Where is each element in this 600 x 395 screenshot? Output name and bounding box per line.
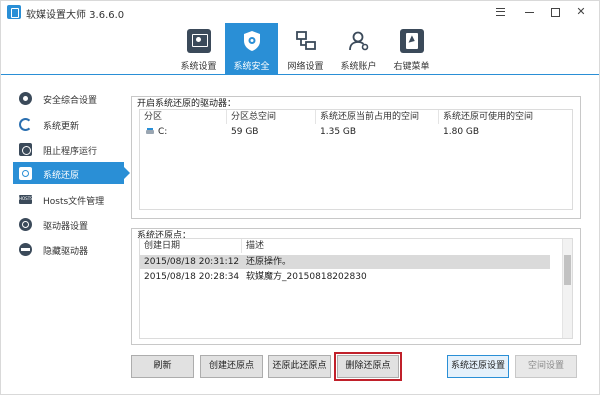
drives-group-label: 开启系统还原的驱动器： (137, 99, 237, 109)
main-menu-button[interactable] (490, 4, 510, 20)
cell-used-space: 1.35 GB (320, 127, 357, 137)
sidebar-item-label: 系统更新 (43, 122, 80, 132)
table-row[interactable]: 2015/08/18 20:31:12 还原操作。 (140, 255, 550, 269)
cell-available-space: 1.80 GB (443, 127, 480, 137)
restore-point-button[interactable]: 还原此还原点 (268, 355, 331, 378)
app-window: 软媒设置大师 3.6.6.0 ✕ 系统设置 系统安全 网络设置 系统账户 右键菜… (0, 0, 600, 395)
table-row[interactable]: C: 59 GB 1.35 GB 1.80 GB (140, 125, 572, 139)
drive-settings-icon (19, 218, 32, 231)
hard-drive-icon (146, 128, 154, 134)
system-restore-icon (19, 167, 32, 180)
column-header-description[interactable]: 描述 (242, 239, 562, 253)
tab-label: 网络设置 (287, 62, 324, 72)
minimize-button[interactable] (519, 4, 539, 20)
tab-context-menu[interactable]: 右键菜单 (385, 23, 438, 75)
block-program-icon (19, 143, 32, 156)
delete-restore-point-button[interactable]: 删除还原点 (334, 352, 402, 381)
cell-created-date: 2015/08/18 20:31:12 (144, 257, 240, 267)
cell-partition: C: (158, 127, 168, 137)
cell-created-date: 2015/08/18 20:28:34 (144, 272, 240, 282)
title-bar: 软媒设置大师 3.6.6.0 ✕ (1, 1, 599, 23)
tab-label: 右键菜单 (393, 62, 430, 72)
security-gear-icon (19, 92, 32, 105)
tab-network-settings[interactable]: 网络设置 (279, 23, 332, 75)
sidebar-item-security-settings[interactable]: 安全综合设置 (13, 87, 124, 109)
sidebar-item-system-update[interactable]: 系统更新 (13, 113, 124, 135)
tab-system-account[interactable]: 系统账户 (332, 23, 385, 75)
refresh-icon (19, 118, 32, 131)
window-title: 软媒设置大师 3.6.6.0 (26, 10, 125, 21)
space-settings-button[interactable]: 空间设置 (515, 355, 577, 378)
sidebar-item-system-restore[interactable]: 系统还原 (13, 162, 130, 184)
hosts-file-icon (19, 195, 33, 204)
tab-system-settings[interactable]: 系统设置 (172, 23, 225, 75)
network-icon (294, 29, 318, 53)
sidebar-item-label: 驱动器设置 (43, 222, 89, 232)
context-menu-icon (400, 29, 424, 53)
column-header-available-space[interactable]: 系统还原可使用的空间 (439, 110, 573, 124)
sidebar-item-label: 阻止程序运行 (43, 147, 98, 157)
restore-points-group: 系统还原点： 创建日期 描述 2015/08/18 20:31:12 还原操作。… (131, 228, 581, 345)
system-settings-icon (187, 29, 211, 53)
cell-description: 还原操作。 (246, 257, 292, 267)
table-row[interactable]: 2015/08/18 20:28:34 软媒魔方_20150818202830 (140, 270, 550, 284)
column-header-partition[interactable]: 分区 (140, 110, 227, 124)
cell-description: 软媒魔方_20150818202830 (246, 272, 367, 282)
sidebar-item-hosts-file[interactable]: Hosts文件管理 (13, 188, 124, 210)
tab-label: 系统安全 (233, 62, 270, 72)
maximize-button[interactable] (545, 4, 565, 20)
column-header-created-date[interactable]: 创建日期 (140, 239, 242, 253)
tab-label: 系统账户 (340, 62, 377, 72)
minimize-icon (524, 11, 534, 13)
shield-icon (240, 29, 264, 53)
tab-system-security[interactable]: 系统安全 (225, 23, 278, 75)
cell-total-space: 59 GB (231, 127, 259, 137)
create-restore-point-button[interactable]: 创建还原点 (200, 355, 263, 378)
restore-settings-button[interactable]: 系统还原设置 (447, 355, 509, 378)
sidebar-item-label: 系统还原 (43, 171, 80, 181)
restore-points-table: 创建日期 描述 2015/08/18 20:31:12 还原操作。 2015/0… (139, 238, 573, 339)
close-button[interactable]: ✕ (571, 4, 591, 20)
drives-group: 开启系统还原的驱动器： 分区 分区总空间 系统还原当前占用的空间 系统还原可使用… (131, 96, 581, 219)
tab-label: 系统设置 (180, 62, 217, 72)
sidebar-item-hide-drive[interactable]: 隐藏驱动器 (13, 238, 124, 260)
hamburger-icon (495, 8, 505, 16)
sidebar-item-drive-settings[interactable]: 驱动器设置 (13, 213, 124, 235)
hide-drive-icon (19, 243, 32, 256)
sidebar-item-label: Hosts文件管理 (43, 197, 105, 207)
column-header-total-space[interactable]: 分区总空间 (227, 110, 316, 124)
sidebar-item-label: 安全综合设置 (43, 96, 98, 106)
vertical-scrollbar[interactable] (562, 239, 572, 338)
app-logo-icon (7, 5, 21, 19)
scrollbar-thumb[interactable] (564, 255, 571, 285)
refresh-button[interactable]: 刷新 (131, 355, 194, 378)
sidebar-item-label: 隐藏驱动器 (43, 247, 89, 257)
drives-table: 分区 分区总空间 系统还原当前占用的空间 系统还原可使用的空间 C: 59 GB… (139, 109, 573, 210)
sidebar-item-block-program[interactable]: 阻止程序运行 (13, 138, 124, 160)
top-navigation: 系统设置 系统安全 网络设置 系统账户 右键菜单 (1, 23, 599, 75)
sidebar: 安全综合设置 系统更新 阻止程序运行 系统还原 Hosts文件管理 驱动器设置 … (1, 76, 130, 395)
maximize-icon (550, 7, 560, 17)
close-icon: ✕ (576, 5, 586, 18)
column-header-used-space[interactable]: 系统还原当前占用的空间 (316, 110, 439, 124)
user-account-icon (347, 29, 371, 53)
